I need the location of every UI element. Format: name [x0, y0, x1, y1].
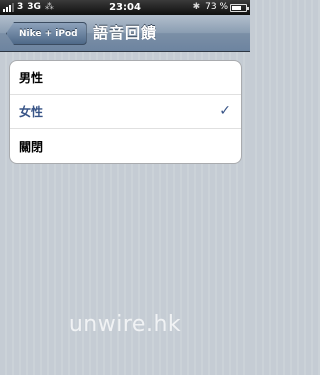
battery-fill: [232, 5, 242, 10]
option-male[interactable]: 男性: [10, 61, 241, 95]
status-bar: 3 3G ⁂ 23:04 ✱ 73 %: [0, 0, 250, 15]
navigation-bar: Nike + iPod 語音回饋: [0, 15, 250, 52]
status-right: ✱ 73 %: [192, 0, 249, 15]
back-button[interactable]: Nike + iPod: [6, 22, 87, 45]
option-off[interactable]: 關閉: [10, 129, 241, 163]
option-label: 女性: [19, 105, 44, 119]
battery-percent: 73 %: [205, 2, 228, 12]
battery-icon: [230, 3, 249, 12]
option-label: 男性: [19, 71, 44, 85]
bluetooth-icon: ✱: [192, 2, 201, 12]
checkmark-icon: ✓: [219, 103, 231, 119]
page-title: 語音回饋: [93, 24, 158, 42]
option-label: 關閉: [19, 139, 44, 154]
watermark: unwire.hk: [68, 312, 182, 337]
voice-feedback-options: 男性 女性 ✓ 關閉: [9, 60, 242, 164]
option-female[interactable]: 女性 ✓: [10, 95, 241, 129]
